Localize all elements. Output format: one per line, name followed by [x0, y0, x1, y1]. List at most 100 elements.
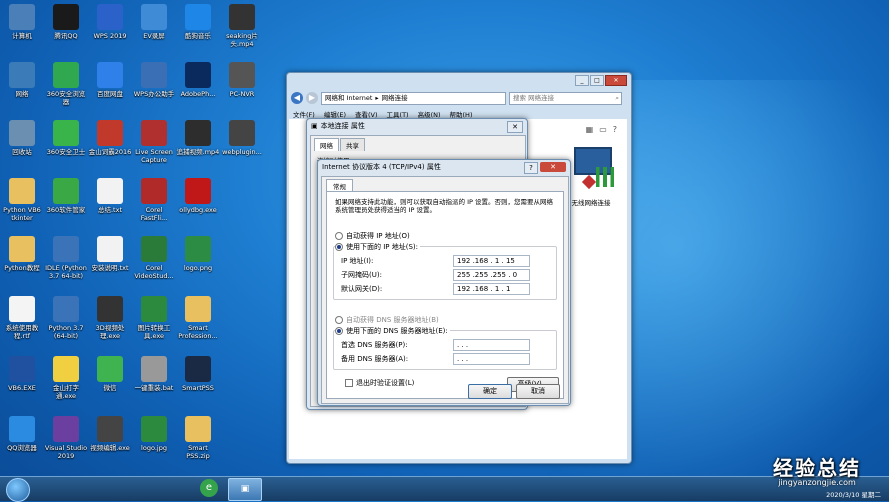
- desktop-icon[interactable]: 金山词霸2016: [88, 120, 132, 156]
- ev-recorder-icon: [141, 4, 167, 30]
- desktop-icon[interactable]: EV录屏: [132, 4, 176, 40]
- desktop-icon[interactable]: seaking片头.mp4: [220, 4, 264, 48]
- tab-sharing[interactable]: 共享: [340, 138, 365, 151]
- breadcrumb-1[interactable]: 网络连接: [382, 93, 408, 104]
- tcpip-close-button[interactable]: ✕: [540, 162, 566, 172]
- help-icon[interactable]: ?: [613, 125, 617, 134]
- desktop-icon[interactable]: logo.png: [176, 236, 220, 272]
- desktop-icon[interactable]: 腾讯QQ: [44, 4, 88, 40]
- desktop-icon[interactable]: 金山打字通.exe: [44, 356, 88, 400]
- taskbar-360-browser-icon[interactable]: e: [200, 479, 218, 497]
- desktop-icon[interactable]: 图片转换工具.exe: [132, 296, 176, 340]
- desktop-icon[interactable]: 360安全卫士: [44, 120, 88, 156]
- breadcrumb-separator-icon: ▸: [375, 93, 379, 102]
- desktop-icon-label: 追捕视频.mp4: [176, 148, 220, 156]
- breadcrumb-0[interactable]: 网络和 Internet: [325, 93, 372, 104]
- auto-dns-radio[interactable]: [335, 316, 343, 324]
- validate-checkbox[interactable]: [345, 379, 353, 387]
- desktop-icon[interactable]: 百度网盘: [88, 62, 132, 98]
- jinshan-typing-icon: [53, 356, 79, 382]
- tcpip-help-button[interactable]: ?: [524, 162, 538, 174]
- desktop-icon-label: Visual Studio 2019: [44, 444, 88, 460]
- manual-dns-label: 使用下面的 DNS 服务器地址(E):: [346, 327, 448, 335]
- desktop-icon[interactable]: VB6.EXE: [0, 356, 44, 392]
- desktop-icon[interactable]: Python 3.7 (64-bit): [44, 296, 88, 340]
- desktop-icon[interactable]: 360软件管家: [44, 178, 88, 214]
- desktop-icon[interactable]: Smart PSS.zip: [176, 416, 220, 460]
- alternate-dns-field[interactable]: . . .: [453, 353, 530, 365]
- auto-ip-radio[interactable]: [335, 232, 343, 240]
- search-input[interactable]: 搜索 网络连接 ⌕: [509, 91, 622, 105]
- desktop-icon[interactable]: QQ浏览器: [0, 416, 44, 452]
- desktop-icon[interactable]: 视频编辑.exe: [88, 416, 132, 452]
- minimize-button[interactable]: _: [575, 75, 589, 86]
- start-button[interactable]: [6, 478, 30, 502]
- local-props-title: 本地连接 属性: [320, 122, 365, 130]
- desktop-icon-label: Python教程: [4, 264, 40, 272]
- desktop-icon-label: 微信: [103, 384, 117, 392]
- desktop-icon[interactable]: PC-NVR: [220, 62, 264, 98]
- tcpip-properties-dialog[interactable]: Internet 协议版本 4 (TCP/IPv4) 属性 ? ✕ 常规 如果网…: [317, 159, 571, 406]
- desktop-icon[interactable]: 安装说明.txt: [88, 236, 132, 272]
- close-button[interactable]: ✕: [605, 75, 627, 86]
- image-file-icon: [141, 416, 167, 442]
- manual-dns-option[interactable]: 使用下面的 DNS 服务器地址(E):: [335, 326, 450, 336]
- desktop-icon[interactable]: SmartPSS: [176, 356, 220, 392]
- desktop-icon-label: QQ浏览器: [7, 444, 37, 452]
- preview-pane-icon[interactable]: ▭: [599, 125, 607, 134]
- desktop-icon[interactable]: 一键重装.bat: [132, 356, 176, 392]
- desktop-icon[interactable]: 系统使用教程.rtf: [0, 296, 44, 340]
- desktop-icon[interactable]: Corel VideoStud...: [132, 236, 176, 280]
- desktop-icon[interactable]: 总结.txt: [88, 178, 132, 214]
- address-bar[interactable]: 网络和 Internet ▸ 网络连接: [321, 91, 506, 105]
- taskbar-clock[interactable]: 2020/3/10 星期二: [826, 489, 881, 499]
- ok-button[interactable]: 确定: [468, 384, 512, 399]
- auto-ip-label: 自动获得 IP 地址(O): [346, 232, 410, 240]
- desktop-icon[interactable]: webplugin...: [220, 120, 264, 156]
- search-icon: ⌕: [615, 93, 619, 102]
- desktop-icon[interactable]: WPS办公助手: [132, 62, 176, 98]
- auto-dns-option[interactable]: 自动获得 DNS 服务器地址(B): [335, 315, 439, 325]
- desktop-icon[interactable]: 回收站: [0, 120, 44, 156]
- desktop-icon[interactable]: 360安全浏览器: [44, 62, 88, 106]
- cancel-button[interactable]: 取消: [516, 384, 560, 399]
- auto-ip-option[interactable]: 自动获得 IP 地址(O): [335, 231, 410, 241]
- text-file-icon: [97, 178, 123, 204]
- default-gateway-field[interactable]: 192 .168 . 1 . 1: [453, 283, 530, 295]
- tab-network[interactable]: 网络: [314, 138, 339, 151]
- manual-ip-option[interactable]: 使用下面的 IP 地址(S):: [335, 242, 420, 252]
- taskbar-network-window-button[interactable]: ▣: [228, 478, 262, 501]
- desktop-icon[interactable]: Python教程: [0, 236, 44, 272]
- ip-address-field[interactable]: 192 .168 . 1 . 15: [453, 255, 530, 267]
- desktop-icon[interactable]: 计算机: [0, 4, 44, 40]
- desktop-icon[interactable]: 追捕视频.mp4: [176, 120, 220, 156]
- desktop-icon[interactable]: Live Screen Capture: [132, 120, 176, 164]
- maximize-button[interactable]: □: [590, 75, 604, 86]
- desktop-icon[interactable]: Python VB6 tkinter: [0, 178, 44, 222]
- desktop-icon[interactable]: Corel FastFli...: [132, 178, 176, 222]
- 360-safe-icon: [53, 120, 79, 146]
- forward-icon[interactable]: ▶: [306, 92, 318, 104]
- desktop-icon[interactable]: 网络: [0, 62, 44, 98]
- desktop-icon[interactable]: Smart Profession...: [176, 296, 220, 340]
- validate-on-exit-option[interactable]: 退出时验证设置(L): [345, 378, 414, 388]
- manual-ip-radio[interactable]: [335, 243, 343, 251]
- desktop-icon[interactable]: Visual Studio 2019: [44, 416, 88, 460]
- folder-icon: [9, 236, 35, 262]
- desktop-icon[interactable]: 酷狗音乐: [176, 4, 220, 40]
- view-options-icon[interactable]: ▦: [586, 125, 594, 134]
- subnet-mask-field[interactable]: 255 .255 .255 . 0: [453, 269, 530, 281]
- desktop-icon[interactable]: ollydbg.exe: [176, 178, 220, 214]
- desktop-icon[interactable]: IDLE (Python 3.7 64-bit): [44, 236, 88, 280]
- manual-dns-radio[interactable]: [335, 327, 343, 335]
- desktop-icon[interactable]: AdobePh...: [176, 62, 220, 98]
- back-icon[interactable]: ◀: [291, 92, 303, 104]
- desktop-icon[interactable]: WPS 2019: [88, 4, 132, 40]
- desktop-icon[interactable]: 3D视频处理.exe: [88, 296, 132, 340]
- desktop-icon[interactable]: 微信: [88, 356, 132, 392]
- local-props-close-button[interactable]: ✕: [507, 121, 523, 133]
- desktop-icon[interactable]: logo.jpg: [132, 416, 176, 452]
- nav-bar: ◀ ▶ 网络和 Internet ▸ 网络连接 搜索 网络连接 ⌕: [291, 91, 627, 105]
- preferred-dns-field[interactable]: . . .: [453, 339, 530, 351]
- desktop-icon-label: 网络: [15, 90, 29, 98]
